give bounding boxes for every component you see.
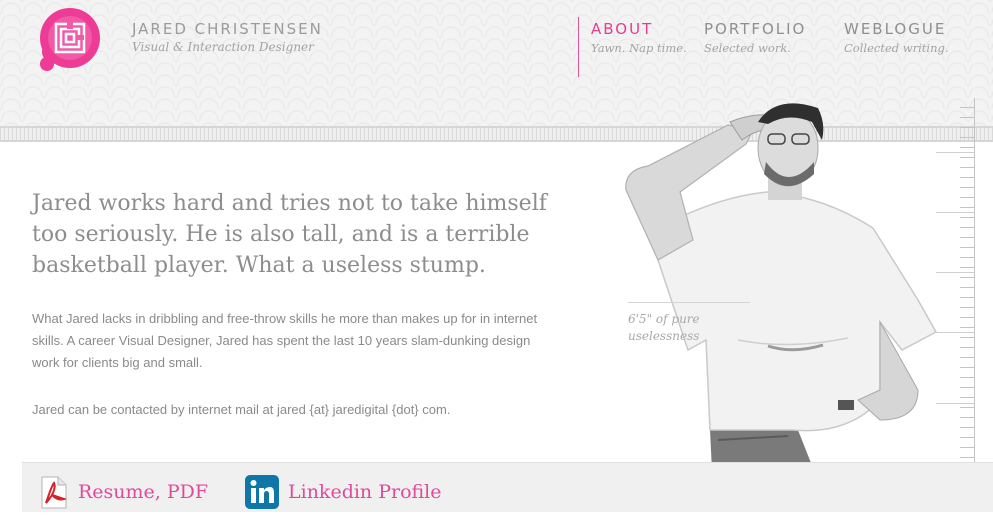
linkedin-link-label: Linkedin Profile	[288, 481, 442, 503]
height-caption-rule	[628, 302, 750, 303]
nav-item-weblogue[interactable]: WEBLOGUE Collected writing.	[844, 20, 949, 55]
resume-link-label: Resume, PDF	[78, 481, 209, 503]
nav-item-sub: Selected work.	[704, 41, 791, 55]
wax-seal-logo-icon	[40, 8, 100, 71]
site-title[interactable]: JARED CHRISTENSEN	[132, 20, 323, 38]
height-caption: 6'5" of pure uselessness	[628, 311, 748, 345]
portrait-photo	[618, 100, 948, 511]
nav-item-label: PORTFOLIO	[704, 20, 807, 38]
height-caption-line: uselessness	[628, 329, 700, 343]
intro-heading: Jared works hard and tries not to take h…	[32, 191, 547, 278]
nav-item-sub: Collected writing.	[844, 41, 949, 55]
resume-link[interactable]: Resume, PDF	[36, 474, 208, 510]
height-caption-line: 6'5" of pure	[628, 312, 700, 326]
nav-divider	[578, 17, 579, 77]
nav-item-sub: Yawn. Nap time.	[591, 41, 687, 55]
linkedin-link[interactable]: Linkedin Profile	[244, 474, 442, 510]
height-ruler	[960, 98, 975, 511]
pdf-icon	[41, 476, 68, 509]
nav-item-label: WEBLOGUE	[844, 20, 947, 38]
nav-item-portfolio[interactable]: PORTFOLIO Selected work.	[704, 20, 806, 55]
bio-paragraph: What Jared lacks in dribbling and free-t…	[32, 311, 538, 370]
nav-item-label: ABOUT	[591, 20, 654, 38]
nav-item-about[interactable]: ABOUT Yawn. Nap time.	[591, 20, 687, 55]
site-tagline: Visual & Interaction Designer	[132, 40, 314, 54]
linkedin-icon	[245, 475, 279, 509]
logo[interactable]	[30, 4, 104, 74]
contact-paragraph: Jared can be contacted by internet mail …	[32, 402, 451, 417]
